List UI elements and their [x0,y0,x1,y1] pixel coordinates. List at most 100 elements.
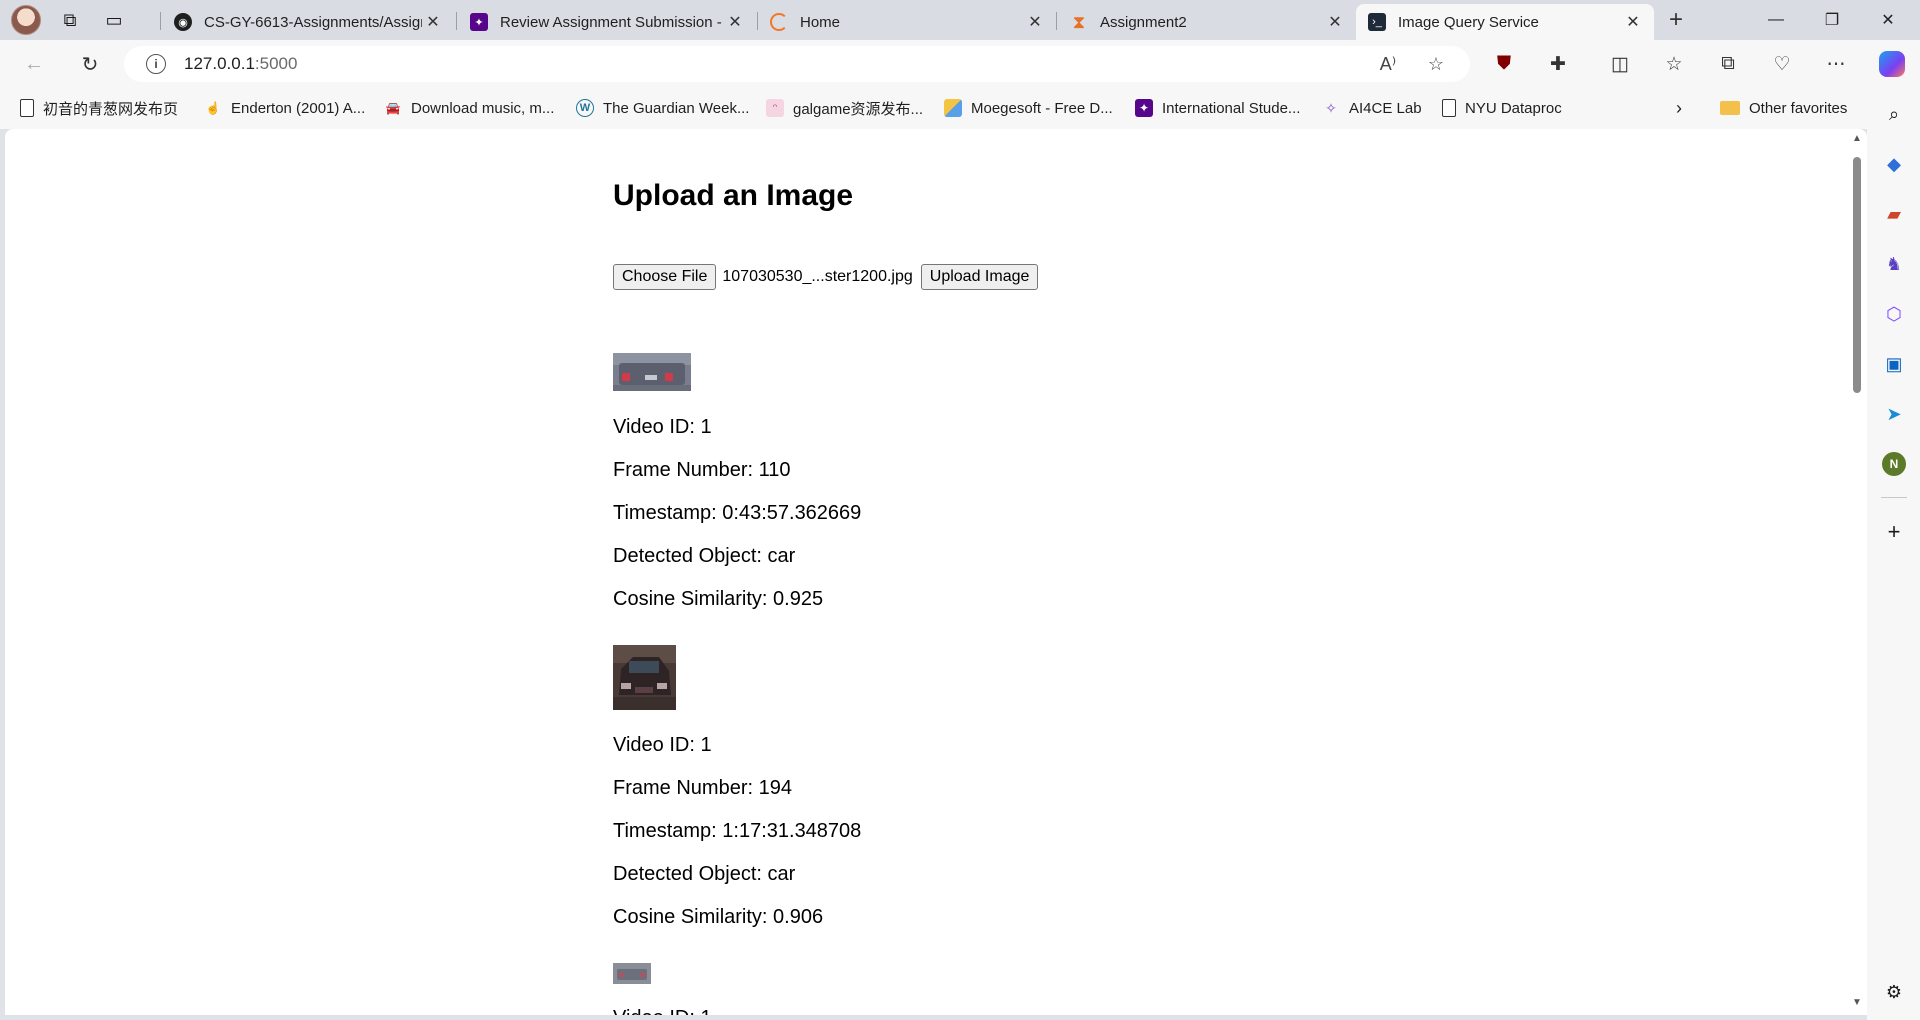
collections-button[interactable]: ⧉ [1712,48,1744,80]
reload-button[interactable]: ↻ [72,46,108,82]
split-screen-icon: ◫ [1611,53,1629,75]
search-icon[interactable]: ⌕ [1879,99,1909,129]
collections-icon: ⧉ [1721,53,1735,74]
favorites-icon: ☆ [1665,53,1683,75]
new-tab-button[interactable]: + [1660,6,1692,34]
brightspace-icon: ✦ [470,13,488,31]
result-timestamp: Timestamp: 0:43:57.362669 [613,502,862,524]
result-cosine-similarity: Cosine Similarity: 0.906 [613,906,824,928]
github-icon: ◉ [174,13,192,31]
bookmark-label: galgame资源发布... [793,100,924,118]
drop-send-icon[interactable]: ➤ [1879,399,1909,429]
browser-essentials-button[interactable]: ♡ [1766,48,1798,80]
favorites-button[interactable]: ☆ [1658,48,1690,80]
profile-avatar [11,5,41,35]
profile-n-icon[interactable]: N [1879,449,1909,479]
car-icon: 🚘 [385,101,401,115]
tab-divider [160,12,161,30]
tools-icon[interactable]: ▰ [1879,199,1909,229]
bookmark-item[interactable]: ☝ Enderton (2001) A... [204,97,366,119]
close-icon: ✕ [1881,12,1895,29]
tab-assignment2[interactable]: ⧗ Assignment2 ✕ [1058,4,1356,40]
minimize-button[interactable]: — [1748,0,1804,40]
close-icon[interactable]: ✕ [1622,11,1644,33]
more-bookmarks-button[interactable]: › [1676,97,1682,119]
bookmark-item[interactable]: 🚘 Download music, m... [384,97,555,119]
ublock-extension-button[interactable]: ⛊ [1488,48,1520,80]
ai4ce-icon: ✧ [1325,99,1337,116]
back-button[interactable]: ← [16,46,52,82]
result-frame-number: Frame Number: 194 [613,777,792,799]
bookmark-item[interactable]: Moegesoft - Free D... [944,97,1113,119]
address-bar[interactable]: i 127.0.0.1:5000 A⁾ ☆ [124,46,1470,82]
tab-github[interactable]: ◉ CS-GY-6613-Assignments/Assignm ✕ [162,4,454,40]
pointer-icon: ☝ [205,101,221,115]
tab-home[interactable]: Home ✕ [758,4,1056,40]
bookmark-label: 初音的青葱网发布页 [43,100,179,118]
scroll-up-arrow-icon[interactable]: ▲ [1851,131,1863,145]
site-info-icon[interactable]: i [146,54,166,74]
profile-button[interactable] [4,0,48,40]
workspaces-button[interactable]: ⧉ [48,0,92,40]
bookmark-item[interactable]: ✦ International Stude... [1135,97,1300,119]
terminal-icon: ›_ [1368,13,1386,31]
nyu-icon: ✦ [1135,99,1153,117]
other-favorites-folder[interactable]: Other favorites [1720,97,1847,119]
add-sidebar-app-icon[interactable]: + [1879,517,1909,547]
close-icon[interactable]: ✕ [422,11,444,33]
bookmark-label: Download music, m... [411,99,555,117]
loading-icon [770,13,788,31]
bookmark-item[interactable]: W The Guardian Week... [576,97,749,119]
bookmark-item[interactable]: 初音的青葱网发布页 [20,97,178,119]
restore-icon: ❐ [1824,12,1840,29]
reload-icon: ↻ [81,53,99,76]
page-scrollbar[interactable]: ▲ ▼ [1849,129,1865,1015]
tab-review-submission[interactable]: ✦ Review Assignment Submission - ✕ [458,4,756,40]
car-rear-thumbnail [613,353,691,391]
shopping-tag-icon[interactable]: ◆ [1879,149,1909,179]
moegesoft-icon [944,99,962,117]
avatar-initial: N [1889,457,1899,471]
folder-icon [1720,101,1740,115]
outlook-icon[interactable]: ▣ [1879,349,1909,379]
scroll-down-arrow-icon[interactable]: ▼ [1851,995,1863,1009]
bookmark-item[interactable]: ✧ AI4CE Lab [1322,97,1421,119]
restore-button[interactable]: ❐ [1804,0,1860,40]
bookmark-label: The Guardian Week... [603,99,750,117]
bookmark-item[interactable]: NYU Dataproc [1442,97,1562,119]
games-icon[interactable]: ♞ [1879,249,1909,279]
tab-divider [456,12,457,30]
anime-icon: ᵔ [766,99,784,117]
close-icon[interactable]: ✕ [1324,11,1346,33]
page-viewport: Upload an Image Choose File 107030530_..… [5,129,1867,1015]
minimize-icon: — [1768,11,1784,28]
sidebar-settings-gear-icon[interactable]: ⚙ [1879,977,1909,1007]
address-url[interactable]: 127.0.0.1:5000 [184,54,297,74]
copilot-button[interactable] [1876,48,1908,80]
tab-image-query-service[interactable]: ›_ Image Query Service ✕ [1356,4,1654,40]
sidebar-divider [1881,497,1907,498]
close-window-button[interactable]: ✕ [1860,0,1916,40]
tab-strip: ⧉ ▭ ◉ CS-GY-6613-Assignments/Assignm ✕ ✦… [0,0,1920,40]
read-aloud-icon[interactable]: A⁾ [1374,50,1402,78]
scrollbar-thumb[interactable] [1853,157,1861,393]
close-icon[interactable]: ✕ [724,11,746,33]
vertical-tabs-button[interactable]: ▭ [92,0,136,40]
settings-more-button[interactable]: ⋯ [1820,48,1852,80]
result-video-id: Video ID: 1 [613,1007,712,1015]
split-screen-button[interactable]: ◫ [1604,48,1636,80]
result-video-id: Video ID: 1 [613,734,712,756]
choose-file-button[interactable]: Choose File [613,264,717,290]
upload-form: Choose File 107030530_...ster1200.jpg Up… [613,264,1039,290]
car-front-thumbnail [613,645,676,710]
upload-image-button[interactable]: Upload Image [920,264,1039,290]
extensions-button[interactable]: ✚ [1542,48,1574,80]
microsoft-365-icon[interactable]: ⬡ [1879,299,1909,329]
result-timestamp: Timestamp: 1:17:31.348708 [613,820,862,842]
close-icon[interactable]: ✕ [1024,11,1046,33]
bookmark-item[interactable]: ᵔ galgame资源发布... [766,97,923,119]
wordpress-icon: W [576,99,594,117]
favorite-star-icon[interactable]: ☆ [1422,50,1450,78]
plus-icon: + [1668,6,1683,33]
tab-divider [1056,12,1057,30]
